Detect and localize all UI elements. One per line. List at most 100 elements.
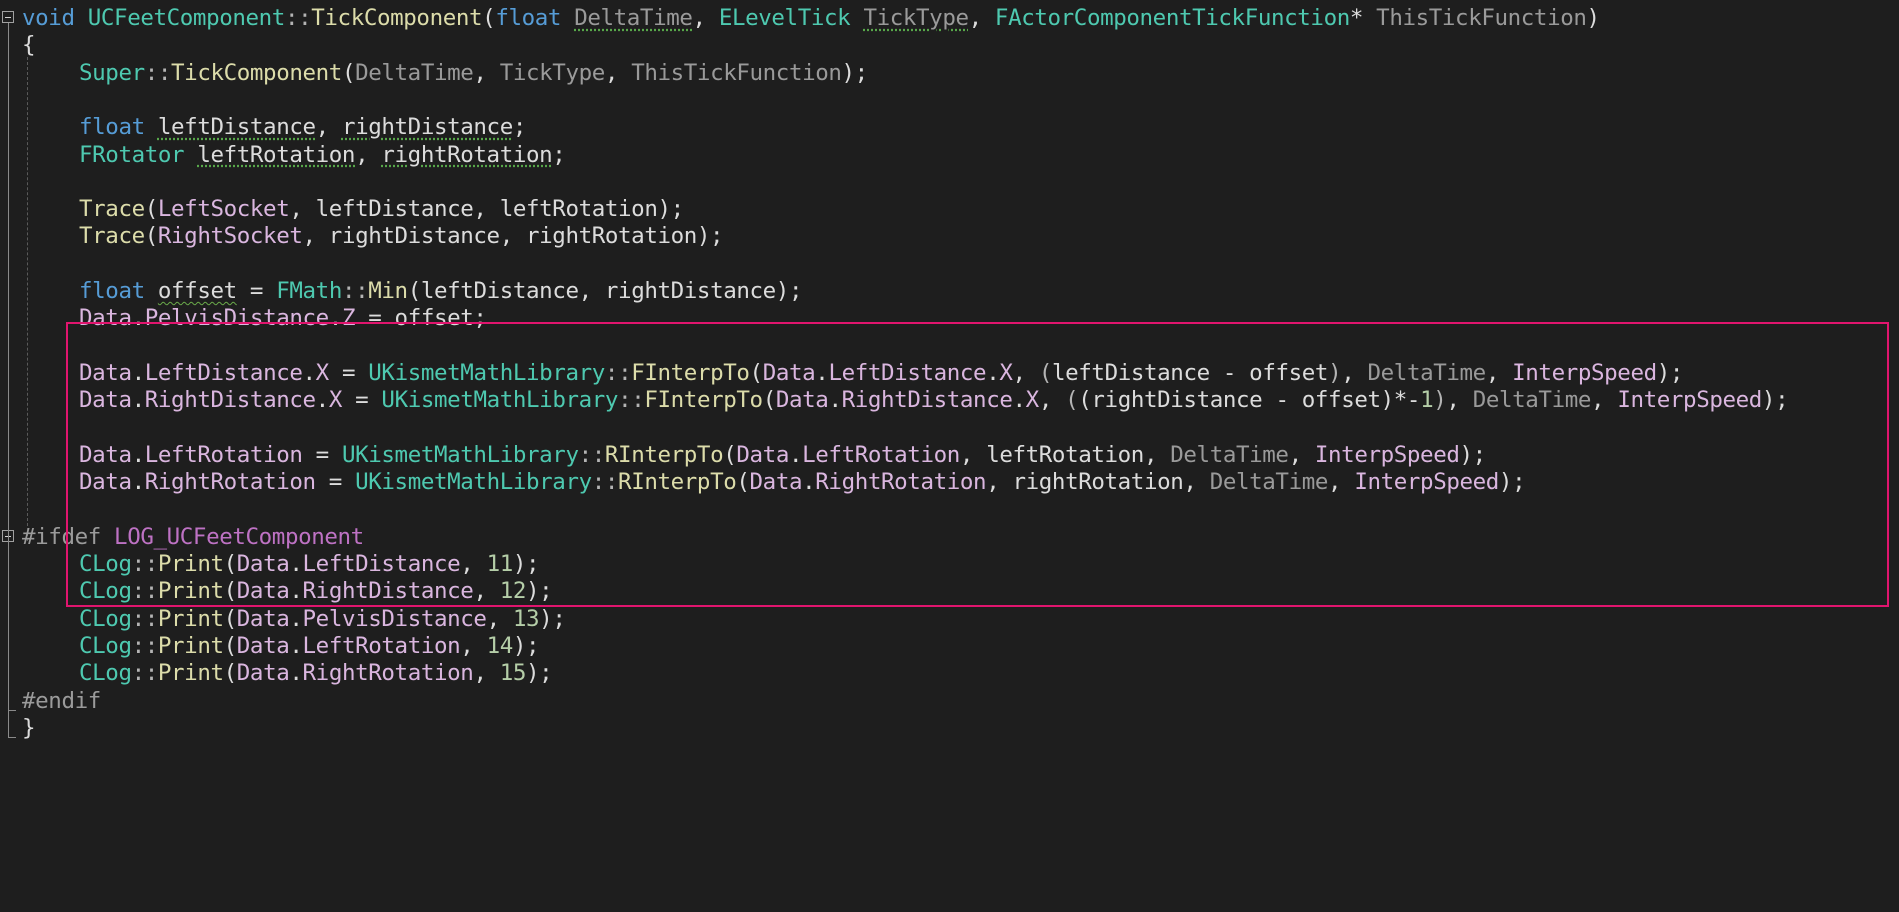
code-token: . (289, 578, 303, 605)
code-token: :: (131, 632, 159, 659)
code-token: :: (144, 59, 172, 86)
code-token: . (986, 359, 1000, 386)
code-token: InterpSpeed (1354, 469, 1499, 496)
code-token: RightDistance (302, 578, 474, 605)
code-token: RightSocket (157, 223, 303, 250)
code-line-text: CLog::Print(Data.LeftDistance, 11); (79, 551, 540, 577)
code-token: , (604, 59, 632, 86)
code-line-text: Data.LeftDistance.X = UKismetMathLibrary… (79, 360, 1683, 386)
code-token: FRotator (79, 141, 185, 168)
code-token: :: (618, 387, 645, 414)
code-token: :: (131, 660, 159, 687)
code-token: X (999, 359, 1013, 386)
code-token: TickComponent (171, 59, 342, 86)
code-line-text: Data.LeftRotation = UKismetMathLibrary::… (79, 442, 1486, 468)
code-token: ThisTickFunction (1376, 5, 1587, 31)
code-token: UKismetMathLibrary (355, 469, 592, 496)
code-line-text: { (22, 32, 36, 59)
code-token: :: (604, 359, 632, 386)
code-token: Data (236, 632, 290, 659)
code-token: InterpSpeed (1314, 441, 1460, 468)
code-token: ; (512, 114, 527, 141)
code-token: X (1025, 387, 1040, 414)
code-token: X (328, 387, 343, 414)
code-line-text: Trace(LeftSocket, leftDistance, leftRota… (79, 196, 684, 222)
code-token: rightDistance (328, 223, 500, 250)
code-line-text: Data.PelvisDistance.Z = offset; (79, 305, 487, 331)
code-token: LeftSocket (157, 196, 290, 223)
code-token: ); (526, 578, 553, 605)
code-token: DeltaTime (1170, 441, 1289, 468)
code-token: LeftDistance (144, 359, 303, 386)
code-line-text: FRotator leftRotation, rightRotation; (79, 141, 566, 168)
code-token: ) (1433, 387, 1447, 414)
code-token: (rightDistance - offset)*- (1078, 387, 1421, 414)
code-line[interactable]: } (0, 712, 1899, 745)
code-token: , (1012, 359, 1039, 386)
code-token: = (341, 387, 382, 414)
code-token: ); (526, 660, 553, 687)
code-token: . (131, 469, 146, 496)
code-token: LeftDistance (302, 551, 461, 577)
code-line-text: CLog::Print(Data.PelvisDistance, 13); (79, 605, 566, 632)
code-token: Data (762, 359, 816, 386)
code-token: ( (223, 551, 238, 577)
code-token: #endif (22, 687, 101, 714)
code-token: ( (762, 387, 777, 414)
code-token: Min (368, 278, 408, 304)
code-token: . (289, 632, 303, 659)
code-line-text: float offset = FMath::Min(leftDistance, … (79, 278, 803, 304)
code-token: { (22, 32, 36, 59)
code-token: Data (79, 387, 132, 414)
code-token: 15 (499, 660, 527, 687)
code-token: , (1446, 387, 1473, 414)
code-token: , (473, 59, 500, 86)
code-token: , (968, 5, 995, 31)
code-token: , (1328, 469, 1355, 496)
code-line-text: CLog::Print(Data.LeftRotation, 14); (79, 632, 540, 659)
code-token: Print (157, 551, 224, 577)
code-token: . (131, 441, 146, 468)
code-token: . (289, 551, 303, 577)
code-token: (leftDistance, rightDistance); (407, 278, 803, 304)
code-token: RInterpTo (618, 469, 737, 496)
code-token: , (692, 5, 719, 31)
code-token: ); (696, 223, 724, 250)
code-token: ); (1498, 469, 1526, 496)
code-editor[interactable]: void UCFeetComponent::TickComponent(floa… (0, 0, 1899, 912)
code-token: ) (1328, 359, 1342, 386)
code-token: CLog (79, 605, 132, 632)
code-token: , (460, 632, 487, 659)
code-token: DeltaTime (574, 5, 693, 31)
code-token: , (289, 196, 316, 223)
code-token: , (1485, 359, 1513, 386)
code-token: UKismetMathLibrary (341, 441, 579, 468)
code-token: ); (1761, 387, 1789, 414)
code-token: leftDistance - offset (1051, 359, 1329, 386)
code-token: ( (144, 223, 159, 250)
code-token: CLog (79, 551, 132, 577)
code-token: offset (157, 278, 237, 304)
code-token: :: (131, 605, 159, 632)
code-token: Trace (79, 223, 145, 250)
code-token: ); (841, 59, 869, 86)
code-token: , leftRotation, (959, 441, 1171, 468)
code-line-text: Data.RightRotation = UKismetMathLibrary:… (79, 469, 1526, 496)
code-token: Data (236, 551, 290, 577)
code-token: InterpSpeed (1617, 387, 1762, 414)
code-token: Data (79, 359, 132, 386)
code-token: DeltaTime (1209, 469, 1329, 496)
code-token: Data (775, 387, 829, 414)
code-token: InterpSpeed (1512, 359, 1657, 386)
code-token: LOG_UCFeetComponent (114, 523, 364, 550)
code-token: TickType (863, 5, 969, 31)
code-token: DeltaTime (1472, 387, 1592, 414)
code-token: :: (341, 278, 369, 304)
code-token: DeltaTime (355, 59, 474, 86)
code-token: . (131, 305, 146, 332)
code-token: PelvisDistance (144, 305, 329, 332)
